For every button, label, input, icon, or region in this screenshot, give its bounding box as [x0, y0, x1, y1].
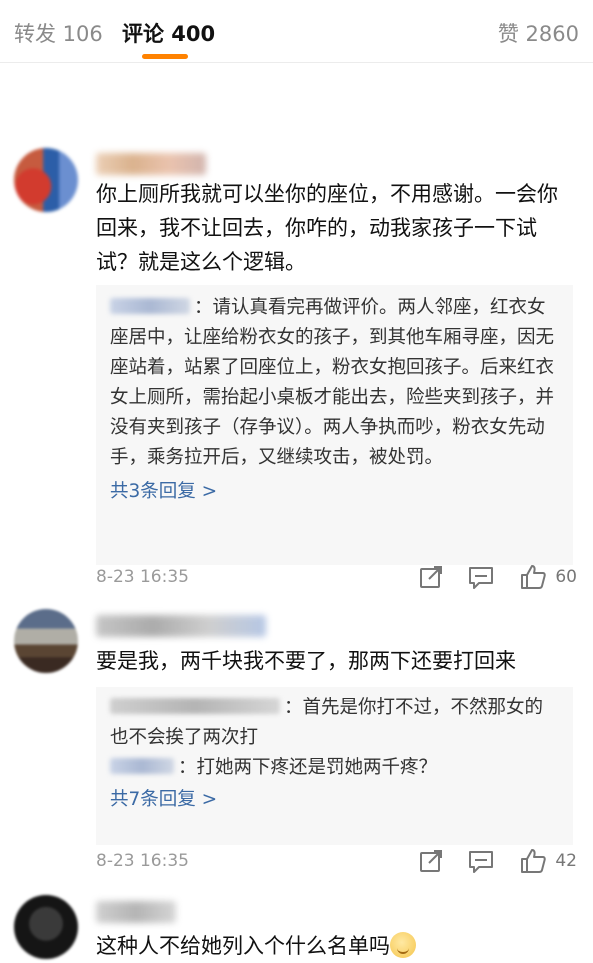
share-icon[interactable] [417, 563, 445, 591]
timestamp: 8-23 16:35 [96, 567, 189, 587]
reply-username[interactable] [110, 698, 280, 714]
more-replies-link[interactable]: 共7条回复 > [110, 785, 559, 811]
comment-text: 你上厕所我就可以坐你的座位，不用感谢。一会你回来，我不让回去，你咋的，动我家孩子… [96, 182, 558, 274]
avatar[interactable] [14, 895, 78, 959]
reply-username[interactable] [110, 758, 174, 774]
comment-text-content: 这种人不给她列入个什么名单吗 [96, 934, 390, 958]
avatar[interactable] [14, 609, 78, 673]
reply-box[interactable]: ：请认真看完再做评价。两人邻座，红衣女座居中，让座给粉衣女的孩子，到其他车厢寻座… [96, 285, 573, 565]
reply-item: ：打她两下疼还是罚她两千疼？ [110, 753, 559, 783]
username[interactable] [96, 615, 266, 637]
like-count: 42 [555, 851, 577, 871]
tab-reposts[interactable]: 转发 106 [14, 18, 103, 48]
tab-comments[interactable]: 评论 400 [122, 18, 215, 48]
thinking-emoji-icon [390, 932, 416, 958]
username[interactable] [96, 901, 176, 923]
reply-text: ：请认真看完再做评价。两人邻座，红衣女座居中，让座给粉衣女的孩子，到其他车厢寻座… [110, 297, 555, 468]
comment-tabs: 转发 106 评论 400 赞 2860 [0, 0, 593, 63]
more-replies-link[interactable]: 共3条回复 > [110, 477, 559, 503]
comment-meta: 8-23 16:35 60 [96, 563, 577, 593]
comment-icon[interactable] [467, 563, 495, 591]
avatar[interactable] [14, 148, 78, 212]
tab-likes[interactable]: 赞 2860 [498, 18, 579, 48]
share-icon[interactable] [417, 847, 445, 875]
username[interactable] [96, 153, 206, 175]
reply-box[interactable]: ：首先是你打不过，不然那女的也不会挨了两次打 ：打她两下疼还是罚她两千疼？ 共7… [96, 687, 573, 845]
active-tab-indicator [142, 54, 188, 59]
reply-username[interactable] [110, 298, 190, 314]
comment-icon[interactable] [467, 847, 495, 875]
like-icon[interactable] [519, 847, 547, 875]
reply-item: ：请认真看完再做评价。两人邻座，红衣女座居中，让座给粉衣女的孩子，到其他车厢寻座… [110, 293, 559, 473]
timestamp: 8-23 16:35 [96, 851, 189, 871]
reply-text: ：打她两下疼还是罚她两千疼？ [178, 757, 438, 778]
comment-text: 这种人不给她列入个什么名单吗 [96, 929, 577, 963]
reply-item: ：首先是你打不过，不然那女的也不会挨了两次打 [110, 693, 559, 753]
comment-meta: 8-23 16:35 42 [96, 847, 577, 877]
comment-text: 要是我，两千块我不要了，那两下还要打回来 [96, 649, 516, 673]
like-icon[interactable] [519, 563, 547, 591]
like-count: 60 [555, 567, 577, 587]
